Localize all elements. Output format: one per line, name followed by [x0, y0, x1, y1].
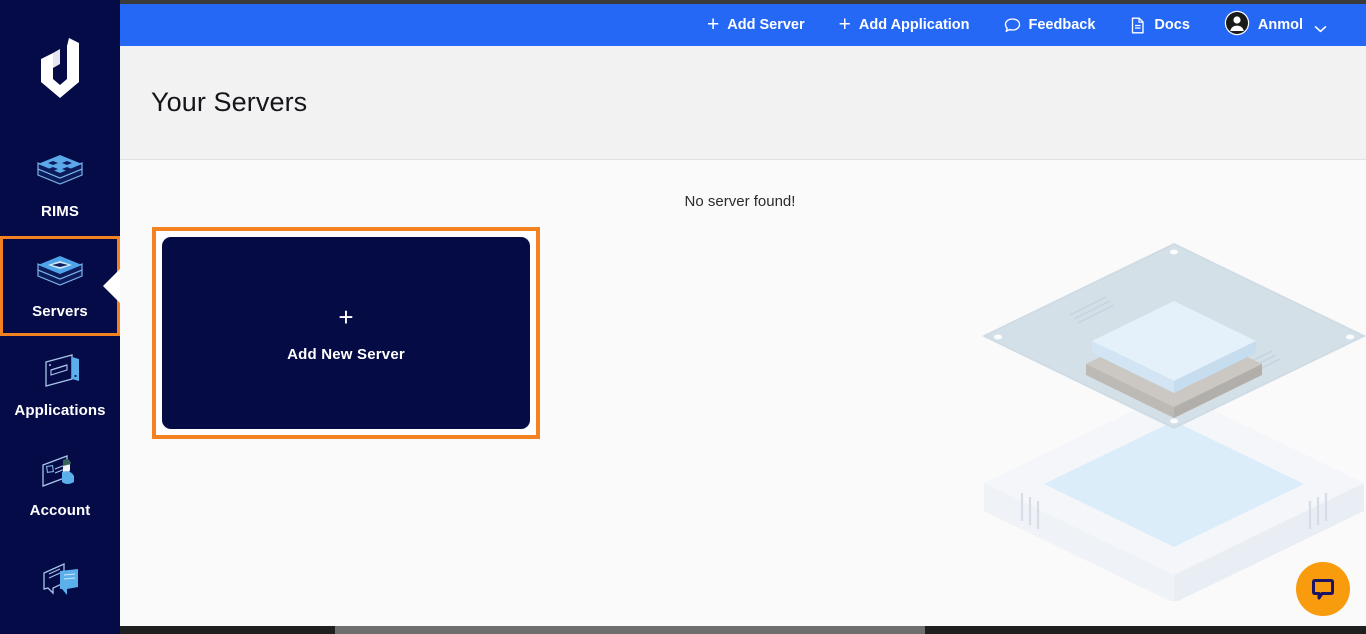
add-server-button[interactable]: + Add Server: [690, 4, 822, 46]
sidebar-item-applications[interactable]: Applications: [0, 336, 120, 435]
sidebar-item-support[interactable]: [0, 535, 120, 634]
applications-card-icon: [34, 351, 86, 393]
app-logo[interactable]: [0, 0, 120, 137]
server-chip-icon: [34, 252, 86, 294]
sidebar-item-servers[interactable]: Servers: [0, 235, 120, 336]
horizontal-scrollbar[interactable]: [120, 626, 1366, 634]
sidebar-item-label: RIMS: [41, 203, 79, 221]
account-user-card-icon: [34, 451, 86, 493]
active-pointer-arrow: [103, 268, 120, 303]
isometric-server-chip-illustration: [974, 211, 1366, 603]
scrollbar-thumb[interactable]: [335, 626, 925, 634]
add-new-server-card[interactable]: + Add New Server: [162, 237, 530, 429]
chat-widget-button[interactable]: [1296, 562, 1350, 616]
chat-bubble-icon: [1312, 579, 1334, 600]
main-content: No server found! + Add New Server: [120, 161, 1366, 626]
add-application-label: Add Application: [858, 17, 970, 33]
feedback-label: Feedback: [1028, 17, 1096, 33]
chevron-down-icon: [1314, 21, 1327, 33]
sidebar-item-label: Applications: [14, 402, 106, 420]
add-application-button[interactable]: + Add Application: [822, 4, 987, 46]
user-menu[interactable]: Anmol: [1207, 4, 1344, 46]
sidebar: RIMS Servers Applications Account: [0, 0, 120, 634]
docs-label: Docs: [1154, 17, 1190, 33]
avatar-icon: [1224, 10, 1250, 40]
rims-stack-icon: [34, 152, 86, 194]
add-new-server-label: Add New Server: [287, 345, 405, 363]
page-header: Your Servers: [120, 46, 1366, 160]
plus-icon: +: [838, 12, 851, 36]
sidebar-item-rims[interactable]: RIMS: [0, 137, 120, 236]
plus-icon: +: [706, 12, 720, 36]
document-icon: [1129, 16, 1146, 35]
sidebar-item-label: Servers: [32, 302, 88, 320]
add-server-label: Add Server: [727, 17, 805, 33]
speech-bubble-icon: [1004, 16, 1021, 35]
feedback-button[interactable]: Feedback: [987, 4, 1113, 46]
support-chat-icon: [34, 559, 86, 601]
plus-icon: +: [338, 301, 354, 332]
page-title: Your Servers: [151, 87, 308, 117]
sidebar-item-label: Account: [29, 501, 91, 519]
sidebar-item-account[interactable]: Account: [0, 435, 120, 534]
empty-state-message: No server found!: [684, 193, 796, 210]
top-navigation-bar: + Add Server + Add Application Feedback …: [120, 4, 1366, 46]
window-top-strip: [120, 0, 1366, 4]
docs-button[interactable]: Docs: [1112, 4, 1206, 46]
duplocloud-logo-icon: [41, 38, 79, 99]
user-name-label: Anmol: [1257, 17, 1303, 33]
add-server-card-highlight: + Add New Server: [152, 227, 540, 439]
